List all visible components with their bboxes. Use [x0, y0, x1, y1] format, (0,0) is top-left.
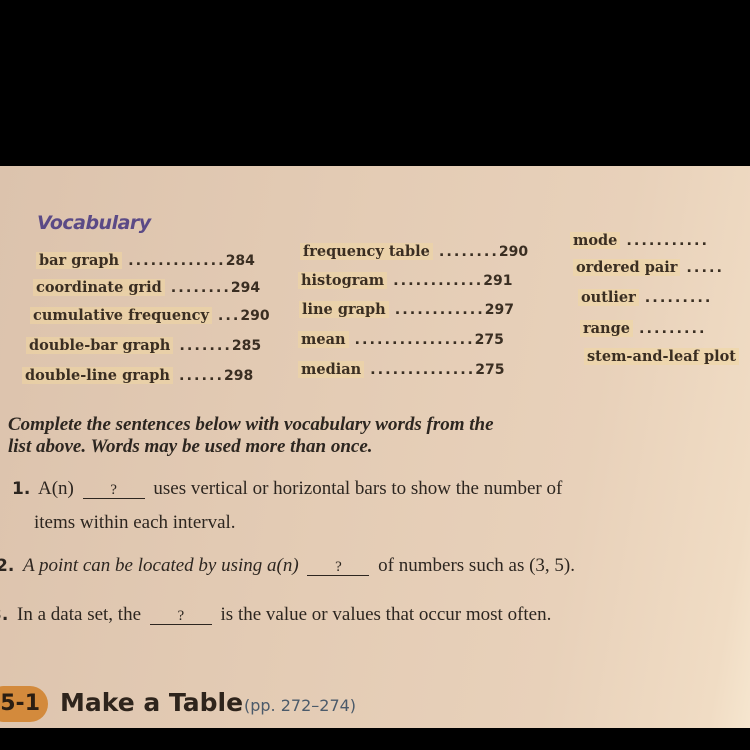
- leader-dots: ........: [170, 280, 231, 296]
- vocab-term: mean: [298, 331, 349, 348]
- leader-dots: .........: [638, 321, 707, 337]
- page-number: 290: [498, 244, 529, 260]
- page-number: 297: [484, 302, 515, 318]
- answer-blank[interactable]: ?: [149, 608, 212, 625]
- vocab-term: line graph: [299, 301, 389, 318]
- vocab-entry: mean ................275: [298, 331, 504, 348]
- page-number: 284: [225, 253, 255, 269]
- leader-dots: ......: [178, 368, 224, 384]
- vocab-entry: mode...........: [570, 232, 709, 249]
- vocab-entry: frequency table ........290: [300, 243, 528, 260]
- vocab-term: cumulative frequency: [30, 307, 212, 324]
- answer-blank[interactable]: ?: [82, 482, 145, 499]
- leader-dots: ........: [438, 244, 499, 260]
- leader-dots: ...........: [626, 233, 709, 249]
- leader-dots: ................: [354, 332, 475, 348]
- vocab-entry: coordinate grid ........294: [33, 279, 260, 296]
- question-3: 3. In a data set, the ? is the value or …: [0, 602, 551, 628]
- leader-dots: .......: [179, 338, 232, 354]
- lesson-title: Make a Table: [60, 688, 244, 717]
- leader-dots: ............: [393, 273, 484, 289]
- leader-dots: ............: [394, 302, 485, 318]
- vocab-term: ordered pair: [573, 259, 681, 276]
- page-number: 275: [474, 332, 504, 348]
- question-number: 1.: [12, 479, 31, 499]
- vocab-entry: range.........: [580, 320, 707, 337]
- question-text-before: A(n): [38, 478, 74, 499]
- vocab-term: double-line graph: [22, 367, 173, 384]
- vocab-entry: double-bar graph .......285: [26, 337, 261, 354]
- leader-dots: ...: [217, 308, 241, 324]
- page-number: 290: [240, 308, 270, 324]
- question-text-before: In a data set, the: [17, 604, 142, 625]
- question-text-before: A point can be located by using a(n): [23, 555, 299, 576]
- answer-blank[interactable]: ?: [307, 559, 370, 576]
- vocab-term: range: [580, 320, 633, 337]
- vocab-term: median: [298, 361, 365, 378]
- lesson-pages: (pp. 272–274): [244, 696, 357, 715]
- leader-dots: ..............: [370, 362, 476, 378]
- vocab-term: histogram: [298, 272, 388, 289]
- vocab-term: outlier: [578, 289, 639, 306]
- question-1: 1. A(n) ? uses vertical or horizontal ba…: [12, 476, 562, 502]
- vocab-entry: ordered pair.....: [573, 259, 724, 276]
- vocab-entry: bar graph .............284: [36, 252, 255, 269]
- question-number: 3.: [0, 605, 9, 625]
- lesson-number-badge: 5-1: [0, 686, 48, 722]
- textbook-page: Vocabulary bar graph .............284 coo…: [0, 166, 750, 728]
- vocab-term: bar graph: [36, 252, 123, 269]
- question-2: 2. A point can be located by using a(n) …: [0, 553, 575, 579]
- vocab-entry: histogram ............291: [298, 272, 512, 289]
- question-number: 2.: [0, 556, 15, 576]
- vocab-entry: median ..............275: [298, 361, 505, 378]
- question-1-continuation: items within each interval.: [34, 512, 236, 533]
- leader-dots: .....: [686, 260, 724, 276]
- instructions-line-2: list above. Words may be used more than …: [8, 436, 373, 457]
- vocab-entry: outlier.........: [578, 289, 712, 306]
- question-text-after: is the value or values that occur most o…: [220, 604, 552, 625]
- vocab-entry: line graph ............297: [299, 301, 514, 318]
- instructions: Complete the sentences below with vocabu…: [8, 414, 648, 458]
- leader-dots: .............: [128, 253, 226, 269]
- question-text-after: uses vertical or horizontal bars to show…: [153, 478, 563, 499]
- instructions-line-1: Complete the sentences below with vocabu…: [8, 414, 494, 435]
- page-number: 298: [224, 368, 254, 384]
- vocab-term: frequency table: [300, 243, 433, 260]
- vocabulary-heading: Vocabulary: [37, 212, 151, 234]
- leader-dots: .........: [644, 290, 713, 306]
- page-number: 275: [475, 362, 505, 378]
- page-number: 285: [231, 338, 262, 354]
- page-number: 294: [230, 280, 261, 296]
- vocab-entry: stem-and-leaf plot: [584, 348, 739, 365]
- vocab-term: double-bar graph: [26, 337, 174, 354]
- vocab-term: coordinate grid: [33, 279, 165, 296]
- vocab-entry: double-line graph ......298: [22, 367, 253, 384]
- question-text-after: of numbers such as (3, 5).: [378, 555, 575, 576]
- vocab-term: stem-and-leaf plot: [584, 348, 739, 365]
- page-number: 291: [483, 273, 513, 289]
- vocab-entry: cumulative frequency ...290: [30, 307, 270, 324]
- vocab-term: mode: [570, 232, 621, 249]
